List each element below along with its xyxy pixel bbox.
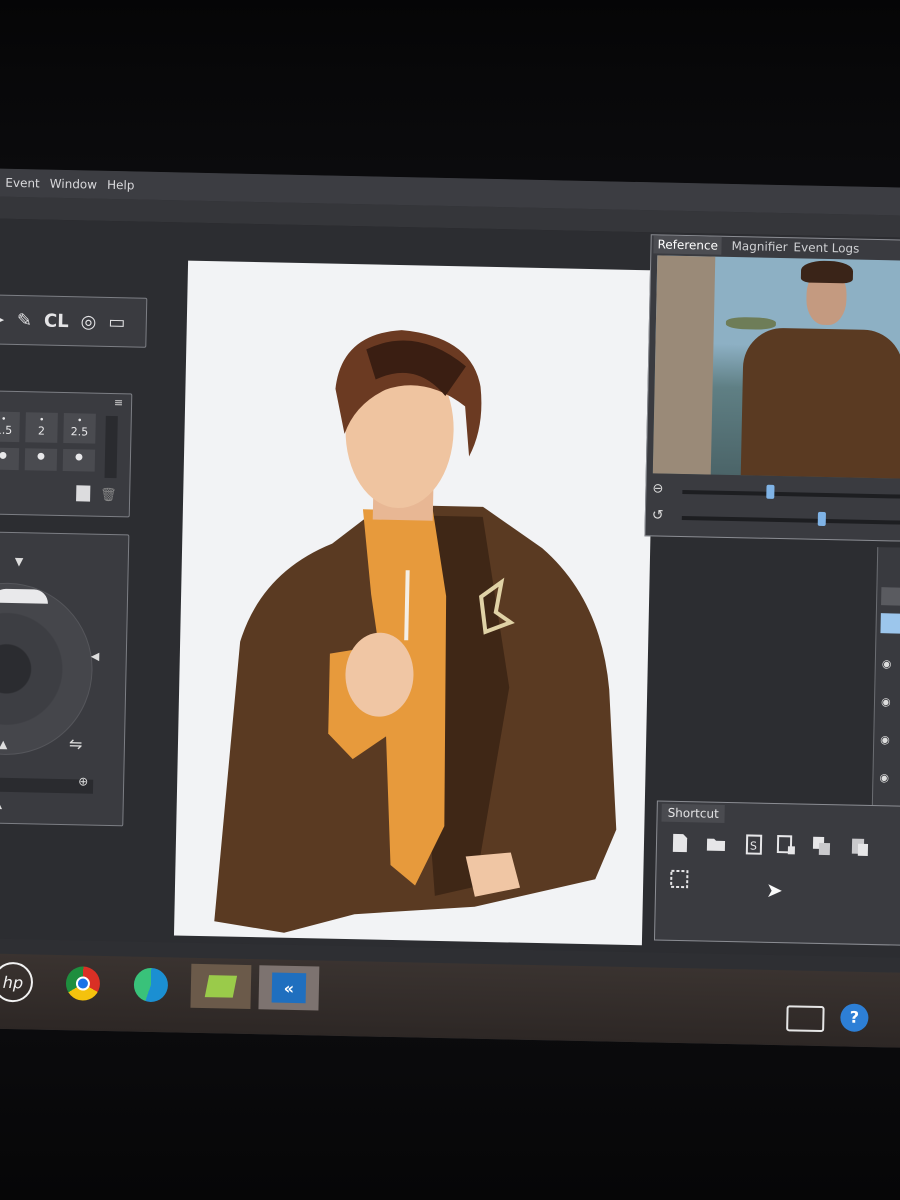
nav-left-arrow-icon[interactable]: ◀: [91, 650, 100, 663]
duplicate-icon[interactable]: [811, 835, 833, 857]
save-icon[interactable]: S: [743, 833, 765, 855]
sticky-notes-icon: [204, 975, 238, 998]
help-notification-icon[interactable]: ?: [840, 1003, 869, 1032]
keyboard-icon[interactable]: [786, 1005, 825, 1033]
clip-studio-icon: «: [271, 972, 307, 1004]
brush-size-label: 2: [37, 424, 46, 438]
brush-size-cell[interactable]: ●: [24, 448, 58, 471]
brush-size-panel: ≡ • 1.5 • 2 • 2.5 ● ● ● 🗑: [0, 389, 133, 518]
nav-up-small-icon[interactable]: ▲: [0, 738, 8, 751]
ref-zoom-thumb[interactable]: [766, 484, 775, 499]
rotate-icon[interactable]: ↺: [652, 507, 664, 523]
target-icon[interactable]: ◎: [80, 311, 96, 332]
edge-icon: [133, 967, 169, 1003]
nav-up-arrow-icon[interactable]: ▼: [15, 555, 24, 568]
panel-menu-icon[interactable]: ≡: [114, 396, 123, 409]
eye-icon[interactable]: ◉: [881, 695, 891, 708]
chrome-button[interactable]: [60, 961, 105, 1006]
pen-icon[interactable]: ✎: [17, 310, 33, 331]
menu-item-help[interactable]: Help: [107, 178, 135, 193]
brush-size-cell[interactable]: • 2.5: [63, 413, 96, 444]
save-as-icon[interactable]: [775, 834, 797, 856]
layer-color-box[interactable]: [880, 613, 900, 634]
brush-size-label: 1.5: [0, 423, 13, 437]
paste-icon[interactable]: [849, 836, 871, 858]
drawing-canvas[interactable]: [173, 260, 657, 946]
photo-of-monitor: ier Event Window Help ➤ ✎ CL ◎ ▭ ≡ •1.5 …: [0, 0, 900, 1200]
tab-reference[interactable]: Reference: [653, 235, 723, 255]
rotation-dial[interactable]: [0, 581, 95, 757]
mouse-cursor: ➤: [765, 877, 784, 903]
ref-photo-island: [725, 316, 777, 330]
eye-icon[interactable]: ◉: [880, 733, 890, 746]
trash-icon[interactable]: 🗑: [100, 488, 117, 503]
eye-icon[interactable]: ◉: [882, 657, 892, 670]
zoom-in-icon[interactable]: ⊕: [78, 774, 88, 788]
tab-shortcut[interactable]: Shortcut: [661, 803, 725, 823]
clip-studio-button[interactable]: «: [258, 965, 320, 1011]
layer-panel-edge: ◉ ◉ ◉ ◉: [871, 547, 900, 808]
flip-icon[interactable]: ⇋: [69, 734, 83, 753]
navigator-panel: ▼ ◀ ▲ ⇋ ⊕ ▲: [0, 530, 130, 827]
brush-scrollbar[interactable]: [104, 415, 118, 479]
hp-logo-button[interactable]: hp: [0, 960, 35, 1005]
nav-up-small-icon-2[interactable]: ▲: [0, 798, 2, 811]
tool-property-strip: ➤ ✎ CL ◎ ▭: [0, 293, 148, 348]
brush-size-cell[interactable]: ●: [62, 449, 96, 472]
brush-size-cell[interactable]: • 2: [25, 412, 58, 443]
sticky-notes-button[interactable]: [190, 963, 252, 1010]
arrow-icon[interactable]: ➤: [0, 309, 5, 330]
chrome-icon: [65, 966, 101, 1001]
ref-rotate-slider[interactable]: [681, 515, 900, 526]
hp-logo-icon: hp: [0, 961, 34, 1003]
new-page-icon[interactable]: [76, 485, 91, 502]
new-file-icon[interactable]: [669, 832, 691, 854]
dial-handle[interactable]: [0, 588, 49, 604]
menu-item-event[interactable]: Event: [5, 176, 40, 191]
ref-photo-left-person: [652, 255, 716, 475]
menu-item-window[interactable]: Window: [50, 177, 98, 192]
open-folder-icon[interactable]: [705, 833, 727, 855]
cl-button[interactable]: CL: [44, 310, 69, 332]
select-frame-icon[interactable]: [668, 868, 690, 890]
tab-magnifier[interactable]: Magnifier: [727, 237, 792, 256]
brush-size-cell[interactable]: • 1.5: [0, 411, 20, 443]
brush-size-label: 2.5: [70, 425, 89, 439]
shortcut-panel: Shortcut S ➤: [653, 800, 900, 947]
monitor-screen: ier Event Window Help ➤ ✎ CL ◎ ▭ ≡ •1.5 …: [0, 168, 900, 1049]
reference-photo: [652, 255, 900, 480]
window-icon[interactable]: ▭: [108, 311, 125, 332]
ref-rotate-thumb[interactable]: [817, 511, 826, 526]
ref-zoom-slider[interactable]: [682, 489, 900, 500]
layer-mode-box[interactable]: [881, 587, 900, 606]
reference-panel: Reference Magnifier Event Logs ⊖ ↺: [644, 234, 900, 543]
ref-photo-coat: [740, 327, 900, 480]
tab-event-logs[interactable]: Event Logs: [789, 238, 863, 258]
edge-button[interactable]: [128, 963, 173, 1008]
brush-size-cell[interactable]: ●: [0, 447, 20, 471]
zoom-out-icon[interactable]: ⊖: [652, 481, 663, 496]
illustration: [214, 330, 617, 933]
eye-icon[interactable]: ◉: [879, 771, 889, 784]
taskbar: hp « ?: [0, 952, 900, 1049]
ref-photo-hair: [800, 260, 854, 284]
svg-text:S: S: [750, 839, 757, 852]
